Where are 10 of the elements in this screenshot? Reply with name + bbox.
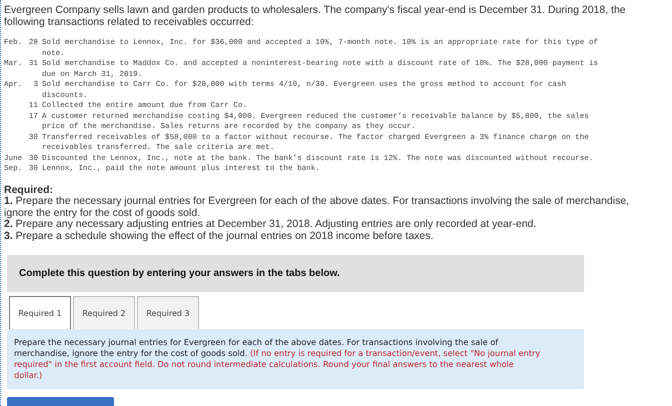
tab-instructions: Prepare the necessary journal entries for Evergreen for each of the above dates. For transactions involving the sale of merchandise, ignore the entry for the cost of goods sold. (If no entry is required for a transaction/event, select "No journal entry required" in the first account field. Do not round intermediate calculations. Round your final answers to the nearest whole dollar.) bbox=[7, 329, 584, 389]
tab[interactable]: Required 3 bbox=[137, 296, 199, 329]
required-heading: Required: bbox=[4, 184, 54, 196]
problem-intro: Evergreen Company sells lawn and garden products to wholesalers. The company's fiscal year-end is December 31. During 2018, the following transactions related to receivables occurred: bbox=[4, 4, 627, 28]
requirement-text: 2. Prepare any necessary adjusting entries at December 31, 2018. Adjusting entries are only recorded at year-end. bbox=[4, 219, 538, 230]
tab[interactable]: Required 1 bbox=[9, 296, 71, 329]
instruction-text: Complete this question by entering your answers in the tabs below. bbox=[19, 268, 340, 279]
tab[interactable]: Required 2 bbox=[73, 296, 135, 329]
requirement-text: 1. Prepare the necessary journal entries for Evergreen for each of the above dates. For transactions involving the sale of merchandise, ignore the entry for the cost of goods sold. bbox=[4, 196, 630, 218]
requirement-text: 3. Prepare a schedule showing the effect of the journal entries on 2018 income before taxes. bbox=[4, 230, 434, 242]
